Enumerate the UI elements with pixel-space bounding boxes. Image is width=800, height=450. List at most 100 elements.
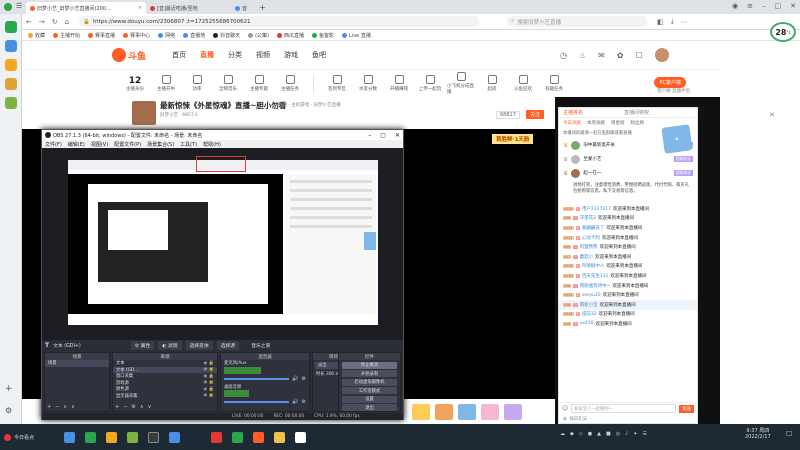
menu-help[interactable]: 帮助(H): [203, 141, 221, 148]
eye-icon[interactable]: ◉ 🔒: [204, 367, 214, 372]
properties-button[interactable]: ⚙ 属性: [130, 340, 155, 350]
remove-icon[interactable]: −: [123, 404, 127, 410]
taskbar-app-icon[interactable]: [253, 431, 265, 443]
category-item[interactable]: 主播专题: [245, 75, 273, 92]
streamer-avatar[interactable]: [132, 101, 156, 125]
minimize-window-button[interactable]: –: [762, 2, 766, 10]
tab-today[interactable]: 今日贡献: [563, 120, 581, 126]
close-button[interactable]: ✕: [395, 132, 400, 139]
pc-client-button[interactable]: PC客户端: [654, 77, 686, 88]
send-button[interactable]: 发送: [679, 404, 694, 413]
chat-username[interactable]: 百天先生131: [582, 273, 609, 279]
tray-app-icon[interactable]: ▲: [597, 431, 601, 437]
eye-icon[interactable]: ◉ 🔒: [204, 374, 214, 379]
category-item[interactable]: 全网音乐: [214, 75, 242, 92]
gift-item[interactable]: [481, 403, 499, 420]
category-item[interactable]: 起碎: [478, 75, 506, 92]
menu-scene-collection[interactable]: 场景集合(S): [147, 141, 174, 148]
menu-profile[interactable]: 配置文件(P): [114, 141, 141, 148]
forward-button[interactable]: →: [39, 18, 45, 26]
bookmark-item[interactable]: (公策): [248, 32, 269, 39]
tab-video[interactable]: [音]最近吃播/圣地: [146, 2, 231, 14]
bookmark-item[interactable]: 抖音聊天: [213, 32, 240, 39]
daily-gift-label[interactable]: 每日礼法: [570, 416, 587, 422]
eye-icon[interactable]: ◉ 🔒: [204, 361, 214, 366]
eye-icon[interactable]: ◉ 🔒: [204, 387, 214, 392]
category-item[interactable]: 功率: [183, 75, 211, 92]
gear-icon[interactable]: ⚙: [302, 399, 306, 405]
settings-icon[interactable]: ⚙: [131, 404, 135, 410]
menu-dots-icon[interactable]: ⋯: [681, 18, 688, 26]
new-tab-button[interactable]: +: [259, 3, 266, 12]
taskbar-app-icon[interactable]: [169, 431, 181, 443]
app-icon[interactable]: [4, 59, 17, 71]
gift-item[interactable]: [458, 403, 476, 420]
chat-username[interactable]: 我跑遍等待中~: [580, 283, 611, 289]
task-icon[interactable]: ☐: [636, 51, 643, 60]
tray-app-icon[interactable]: ✦: [633, 431, 637, 437]
bookmark-item[interactable]: 主播开始: [53, 32, 80, 39]
maximize-button[interactable]: ▢: [380, 132, 386, 139]
chat-username[interactable]: 阿德剧中人: [582, 263, 605, 269]
extension-icon[interactable]: ◧: [657, 18, 664, 26]
chat-input[interactable]: 和家里人一起聊吧~: [571, 404, 676, 413]
taskbar-app-icon[interactable]: [106, 431, 118, 443]
taskbar-app-icon[interactable]: [295, 431, 307, 443]
taskbar-app-icon[interactable]: [64, 431, 76, 443]
bookmark-item[interactable]: Live 直播: [342, 32, 371, 39]
gear-icon[interactable]: ⚙: [302, 376, 306, 382]
download-label[interactable]: 客户端·直播伴侣: [657, 88, 690, 94]
source-item[interactable]: 显示器采集 ◉ 🔒: [113, 393, 217, 400]
avatar[interactable]: [654, 48, 669, 62]
app-icon[interactable]: [4, 21, 17, 33]
gift-item[interactable]: [504, 403, 522, 420]
bookmark-item[interactable]: 鱼客影: [312, 32, 334, 39]
eye-icon[interactable]: ◉ 🔒: [204, 380, 214, 385]
settings-button[interactable]: 设置: [342, 395, 397, 403]
tab-fans[interactable]: 粉丝榜: [631, 120, 645, 126]
category-item[interactable]: 水友分数: [354, 75, 382, 92]
search-box[interactable]: ⌕ 搜索旧梦小艺直播: [507, 16, 648, 27]
app-icon[interactable]: [4, 40, 17, 52]
history-icon[interactable]: ◷: [560, 51, 567, 60]
nav-video[interactable]: 视频: [256, 50, 270, 60]
reload-button[interactable]: ↻: [52, 18, 58, 26]
filters-button[interactable]: ◐ 滤镜: [158, 340, 182, 350]
account-icon[interactable]: ◉: [732, 2, 738, 10]
chat-username[interactable]: sesyu20: [582, 293, 601, 298]
close-window-button[interactable]: ✕: [790, 2, 796, 10]
tray-app-icon[interactable]: ■: [606, 431, 611, 437]
taskbar-app-icon[interactable]: [85, 431, 97, 443]
category-item[interactable]: 主播开中: [152, 75, 180, 92]
menu-edit[interactable]: 编辑(E): [68, 141, 85, 148]
bookmark-item[interactable]: 赛事中心: [123, 32, 150, 39]
nav-home[interactable]: 首页: [172, 50, 186, 60]
chat-username[interactable]: 萌新小宝: [580, 302, 598, 308]
app-icon[interactable]: [4, 78, 17, 90]
chat-username[interactable]: 蘑菇小: [580, 254, 594, 260]
category-item[interactable]: 签到专区: [323, 75, 351, 92]
category-item[interactable]: 上传一起玩: [416, 75, 444, 92]
selection-box[interactable]: [196, 156, 246, 172]
steam-icon[interactable]: [190, 431, 202, 443]
category-item[interactable]: 斗鱼狂欢: [509, 75, 537, 92]
chat-username[interactable]: 提前32: [582, 311, 597, 317]
sidebar-toggle-icon[interactable]: ☰: [16, 2, 22, 10]
add-icon[interactable]: +: [115, 404, 119, 410]
bookmark-item[interactable]: 网络: [158, 32, 175, 39]
tray-app-icon[interactable]: ☰: [642, 431, 646, 437]
follow-button[interactable]: 关注: [526, 110, 545, 119]
obs-preview[interactable]: [42, 148, 403, 348]
bookmark-item[interactable]: 赛事直播: [88, 32, 115, 39]
category-item[interactable]: 主播任务: [276, 75, 304, 92]
speaker-icon[interactable]: 🔊: [292, 376, 298, 382]
select-source-button[interactable]: 选择源: [216, 340, 240, 350]
chat-username[interactable]: 守望花2: [580, 215, 596, 221]
menu-tools[interactable]: 工具(T): [180, 141, 197, 148]
up-icon[interactable]: ∧: [140, 404, 144, 410]
chat-username[interactable]: 心动卡利: [582, 235, 600, 241]
tray-app-icon[interactable]: ◎: [616, 431, 620, 437]
stop-stream-button[interactable]: 停止推流: [342, 361, 397, 369]
menu-icon[interactable]: ≡: [747, 2, 753, 10]
weather-widget[interactable]: 28 °c: [770, 22, 796, 42]
